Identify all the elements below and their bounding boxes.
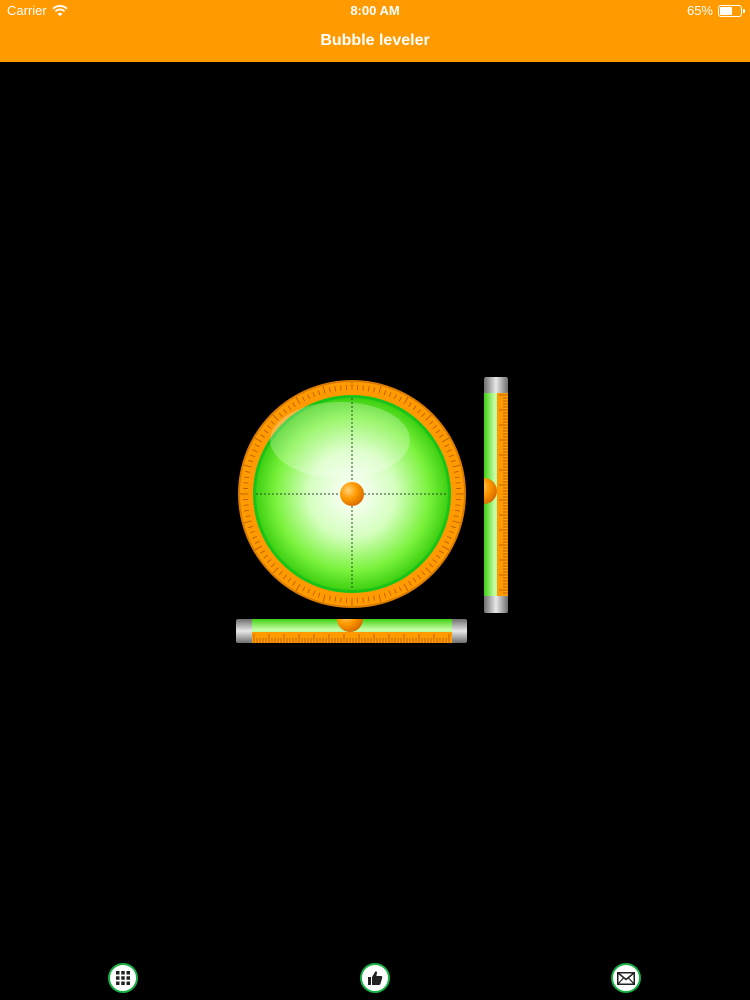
circular-level xyxy=(238,380,466,608)
vertical-level xyxy=(484,377,508,613)
contact-mail-button[interactable] xyxy=(611,963,641,993)
thumbs-up-icon xyxy=(368,971,383,985)
rate-app-button[interactable] xyxy=(360,963,390,993)
horizontal-level xyxy=(236,619,467,643)
vertical-bubble xyxy=(484,478,497,504)
circular-bubble xyxy=(340,482,364,506)
horizontal-bubble xyxy=(337,619,363,632)
vertical-bottom-cap xyxy=(484,596,508,613)
grid-icon xyxy=(116,971,130,985)
mail-icon xyxy=(617,971,635,985)
horizontal-right-cap xyxy=(452,619,467,643)
horizontal-left-cap xyxy=(236,619,252,643)
menu-grid-button[interactable] xyxy=(108,963,138,993)
bubble-leveler xyxy=(236,377,508,643)
vertical-top-cap xyxy=(484,377,508,393)
